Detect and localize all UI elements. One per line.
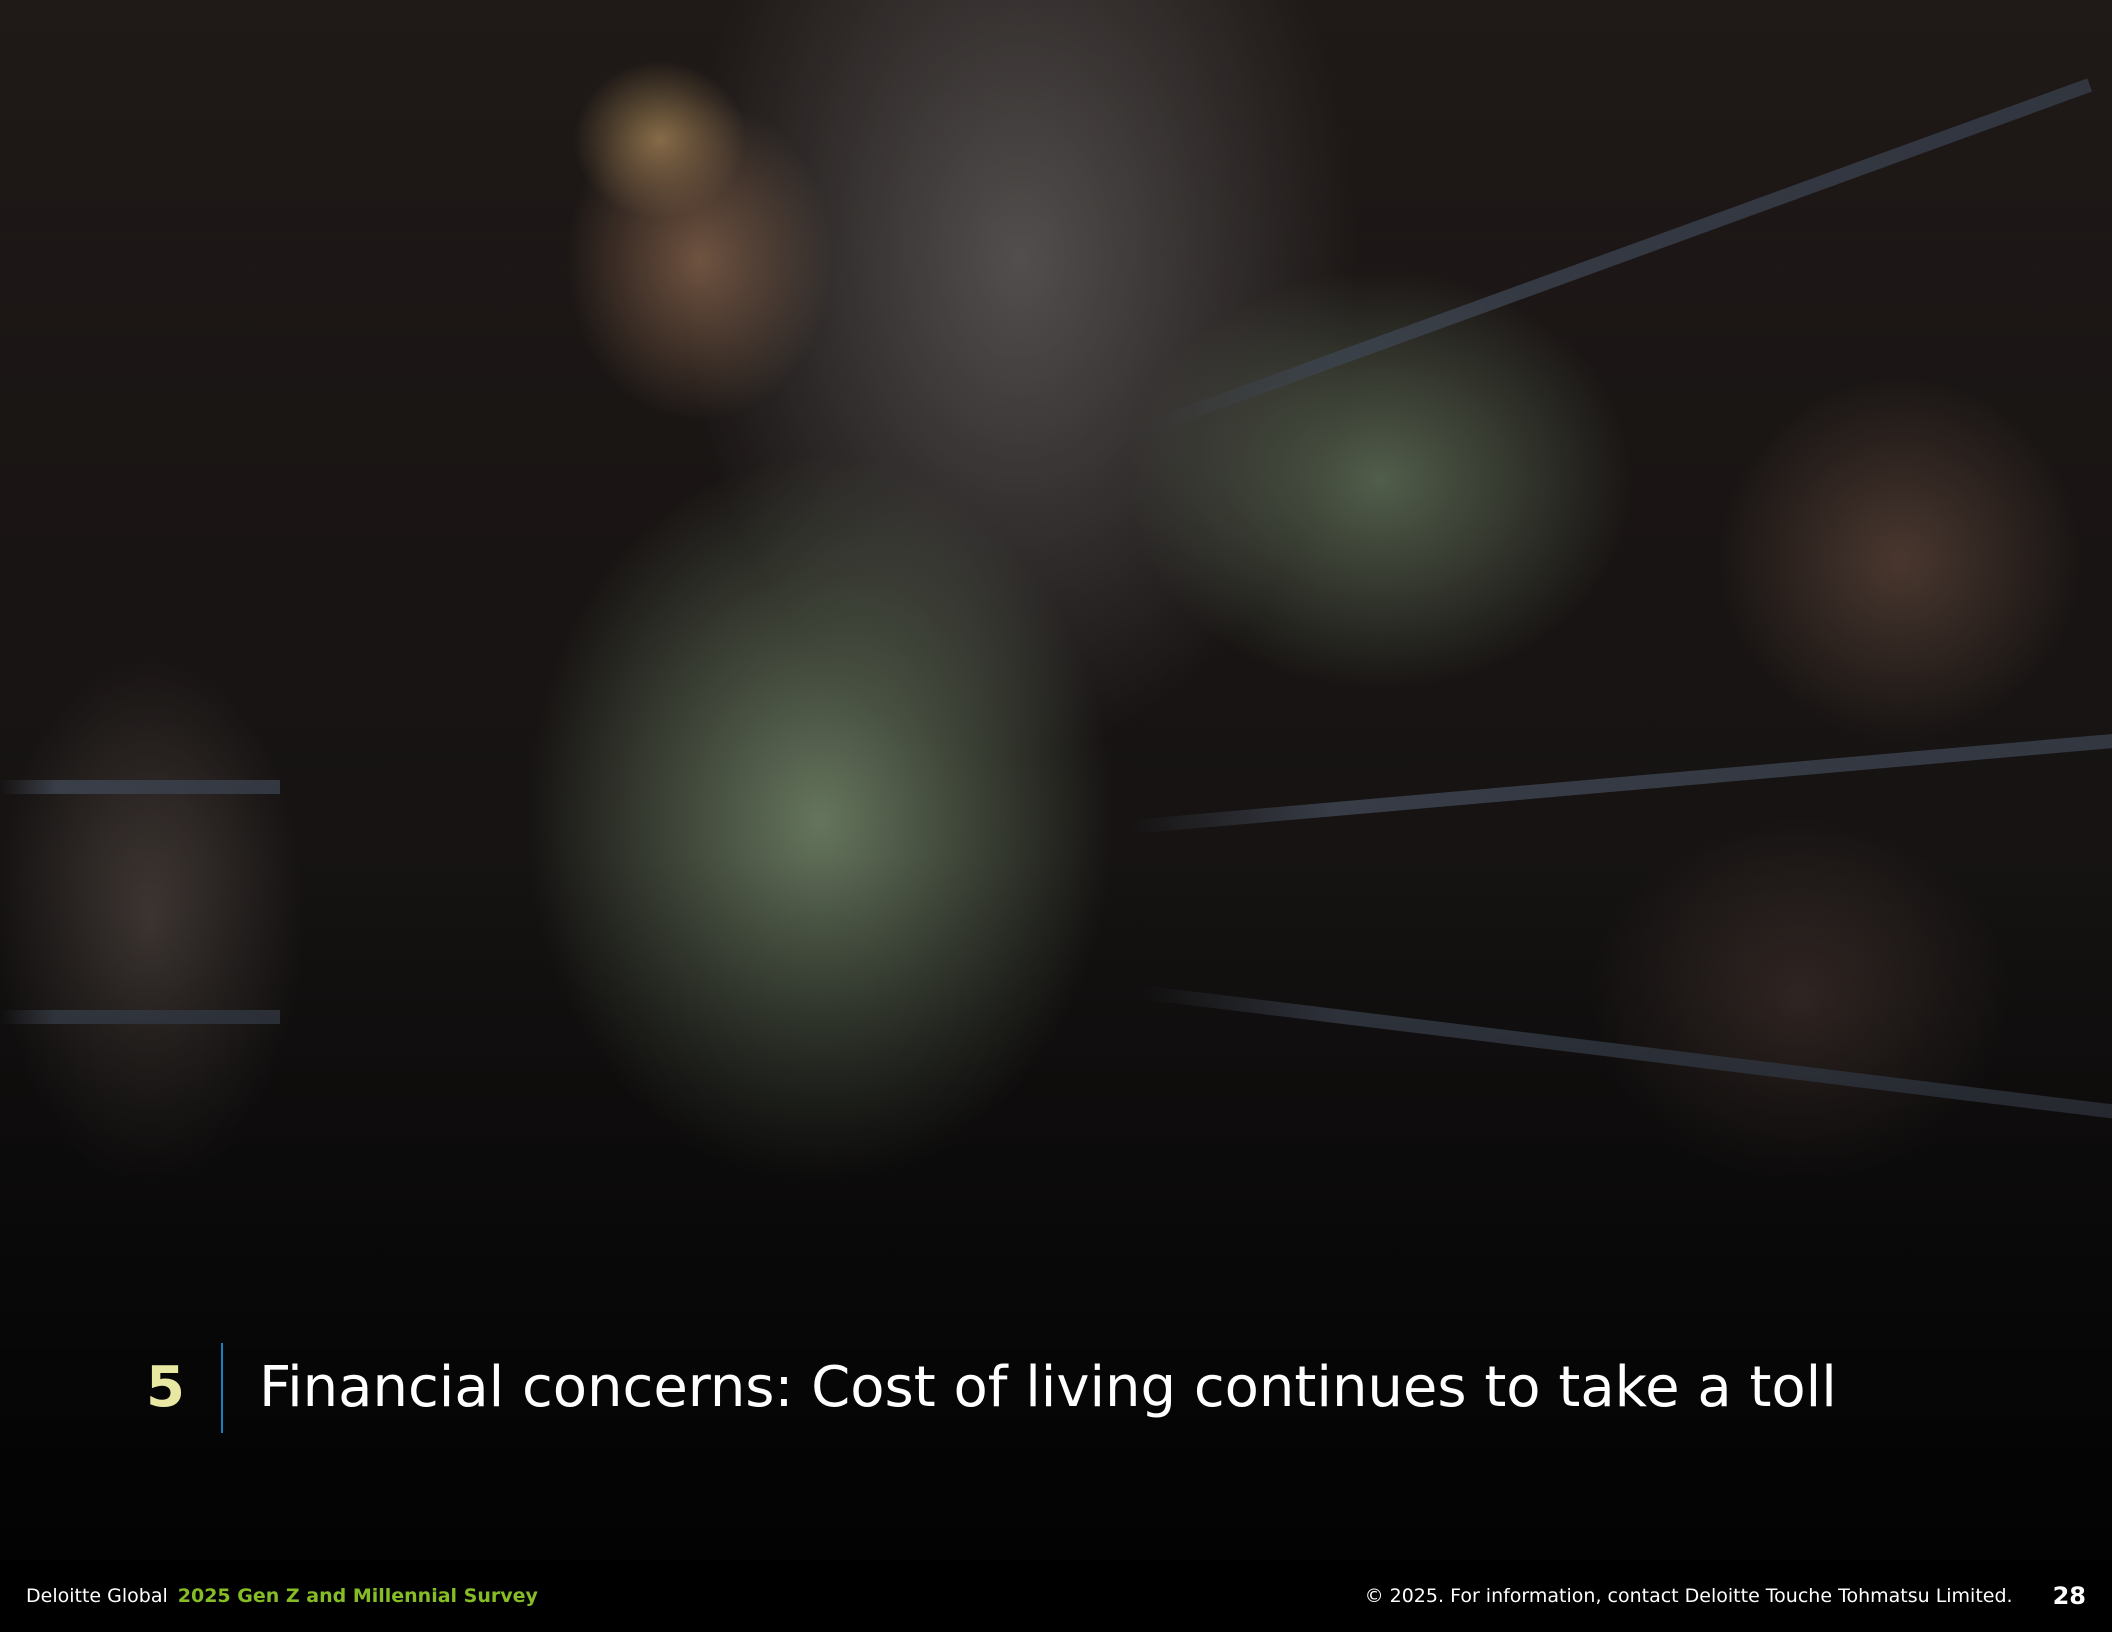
page-footer: Deloitte Global 2025 Gen Z and Millennia… (0, 1560, 2112, 1632)
section-number: 5 (146, 1355, 185, 1420)
section-title: Financial concerns: Cost of living conti… (258, 1355, 1837, 1420)
section-heading: 5 Financial concerns: Cost of living con… (146, 1342, 1837, 1434)
footer-right: © 2025. For information, contact Deloitt… (1365, 1560, 2086, 1632)
dark-overlay (0, 0, 2112, 1560)
footer-left: Deloitte Global 2025 Gen Z and Millennia… (26, 1560, 538, 1632)
footer-report-title: 2025 Gen Z and Millennial Survey (177, 1585, 538, 1607)
slide: 5 Financial concerns: Cost of living con… (0, 0, 2112, 1632)
footer-copyright: © 2025. For information, contact Deloitt… (1364, 1585, 2013, 1607)
heading-divider (220, 1343, 223, 1433)
footer-publisher: Deloitte Global (26, 1585, 168, 1607)
page-number: 28 (2052, 1582, 2086, 1610)
